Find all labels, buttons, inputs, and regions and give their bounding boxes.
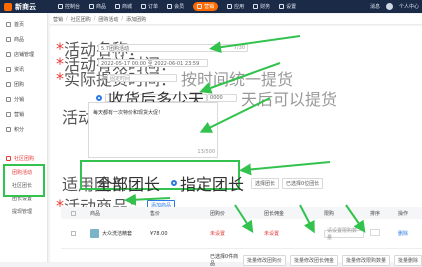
select-leader-button[interactable]: 选择团长 — [251, 177, 280, 189]
breadcrumb-item[interactable]: 社区团购 — [71, 16, 91, 23]
mall-icon — [115, 4, 121, 9]
delivery-time-label: 实际提货时间： — [64, 66, 176, 90]
nav-item-goods[interactable]: 商品 — [89, 3, 106, 10]
top-right-area: 消息 个人中心 — [370, 3, 422, 10]
notice-text: 每天都有一次特价和现货大促！ — [93, 110, 164, 116]
batch-commission-button[interactable]: 批量修改团长佣金 — [289, 254, 338, 266]
brand-logo[interactable]: 新商云 — [0, 2, 58, 12]
limit-input[interactable]: 请设置限购数量 — [324, 228, 364, 241]
col-price: 售价 — [150, 210, 161, 217]
avatar[interactable] — [385, 3, 393, 10]
scope-specific-label: 指定团长 — [180, 175, 245, 194]
goods-icon — [6, 37, 11, 42]
commission-value[interactable]: 未设置 — [264, 230, 324, 237]
scope-specific-radio[interactable] — [171, 180, 178, 186]
home-icon — [6, 22, 11, 27]
goods-table-header: 商品 售价 团购价 团长佣金 限购 排序 操作 — [61, 207, 422, 219]
batch-group-price-button[interactable]: 批量修改团购价 — [242, 254, 286, 266]
delete-link[interactable]: 删除 — [398, 230, 408, 237]
char-counter: 7/30 — [233, 45, 245, 51]
goods-icon — [89, 4, 95, 9]
nav-item-mall[interactable]: 商城 — [115, 3, 132, 10]
store-icon — [6, 52, 11, 57]
top-nav: 控制台 商品 商城 订单 会员 营销 应用 财务 设置 — [58, 2, 296, 11]
community-icon — [6, 156, 11, 161]
sidebar-item-news[interactable]: 资讯 — [0, 62, 47, 77]
sidebar-item-share[interactable]: 分销 — [0, 92, 47, 107]
notice-textarea[interactable]: 每天都有一次特价和现货大促！ 13/500 — [88, 102, 218, 158]
breadcrumb-item[interactable]: 营销 — [53, 16, 63, 23]
marketing-icon — [197, 4, 203, 9]
select-all-checkbox[interactable] — [71, 210, 76, 216]
col-limit: 限购 — [324, 210, 335, 217]
delivery-fixed-input[interactable]: 固定时间 — [107, 74, 177, 82]
sort-input[interactable] — [370, 229, 380, 236]
scope-all-radio[interactable] — [87, 180, 93, 186]
batch-limit-button[interactable]: 批量修改限购数量 — [341, 254, 390, 266]
sidebar-item-marketing[interactable]: 营销 — [0, 107, 47, 122]
col-action: 操作 — [398, 210, 409, 217]
sidebar-item-points[interactable]: 积分 — [0, 122, 47, 137]
breadcrumb-current: 添加团购 — [126, 16, 147, 23]
sidebar-item-goods[interactable]: 商品 — [0, 32, 47, 47]
top-nav-bar: 新商云 控制台 商品 商城 订单 会员 营销 应用 财务 设置 消息 个人中心 — [0, 0, 422, 13]
scope-all-label: 全部团长 — [96, 175, 161, 194]
profile-link[interactable]: 个人中心 — [399, 3, 419, 10]
news-icon — [6, 67, 11, 72]
batch-delete-button[interactable]: 批量删除 — [393, 254, 422, 266]
logo-text: 新商云 — [15, 2, 36, 11]
marketing-icon — [6, 112, 11, 117]
nav-item-apps[interactable]: 应用 — [227, 3, 244, 10]
nav-item-members[interactable]: 会员 — [167, 3, 184, 10]
logo-icon — [4, 2, 12, 11]
product-name: 大众洗洁精套 — [102, 231, 133, 237]
group-price-value[interactable]: 未设置 — [210, 230, 264, 237]
notice-counter: 13/500 — [197, 149, 215, 155]
col-sort: 排序 — [370, 210, 381, 217]
nav-item-orders[interactable]: 订单 — [141, 3, 158, 10]
points-icon — [6, 127, 11, 132]
sidebar-highlight-box — [3, 164, 45, 197]
nav-item-dashboard[interactable]: 控制台 — [58, 3, 80, 10]
product-price: ¥78.00 — [150, 230, 168, 237]
col-goods: 商品 — [90, 210, 101, 217]
orders-icon — [141, 4, 147, 9]
apps-icon — [227, 4, 233, 9]
delivery-days-desc: 天后可以提货 — [241, 90, 338, 109]
delivery-days-option[interactable]: 收货后多少天 — [105, 90, 208, 109]
product-thumbnail — [90, 229, 99, 238]
nav-item-settings[interactable]: 设置 — [279, 3, 296, 10]
nav-item-marketing[interactable]: 营销 — [193, 2, 219, 11]
breadcrumb: 营销 / 社区团购 / 团购活动 / 添加团购 — [50, 14, 422, 25]
members-icon — [167, 4, 173, 9]
group-icon — [6, 82, 11, 87]
dashboard-icon — [58, 4, 63, 9]
delivery-days-radio[interactable] — [96, 95, 102, 101]
settings-icon — [279, 4, 285, 9]
sidebar: 首页 商品 店铺管理 资讯 团购 分销 营销 积分 社区团购 团购活动 社区团长… — [0, 13, 48, 262]
selected-count: 已选择0件商品 — [210, 254, 239, 267]
selected-leaders-note: 已选择0位团长 — [282, 177, 324, 189]
delivery-days-input[interactable]: 0000 — [207, 94, 238, 102]
table-row: 大众洗洁精套 ¥78.00 未设置 未设置 请设置限购数量 删除 — [61, 219, 422, 249]
row-checkbox[interactable] — [71, 231, 76, 236]
sidebar-item-group[interactable]: 团购 — [0, 77, 47, 92]
sidebar-sub-withdraw[interactable]: 提现管理 — [0, 205, 47, 218]
nav-item-finance[interactable]: 财务 — [253, 3, 270, 10]
sidebar-item-store[interactable]: 店铺管理 — [0, 47, 47, 62]
col-commission: 团长佣金 — [264, 210, 285, 217]
share-icon — [6, 97, 11, 102]
messages-link[interactable]: 消息 — [370, 3, 380, 10]
delivery-fixed-radio[interactable] — [98, 75, 104, 81]
finance-icon — [253, 4, 259, 9]
col-group-price: 团购价 — [210, 210, 226, 217]
sidebar-item-home[interactable]: 首页 — [0, 17, 47, 32]
breadcrumb-item[interactable]: 团购活动 — [98, 16, 118, 23]
